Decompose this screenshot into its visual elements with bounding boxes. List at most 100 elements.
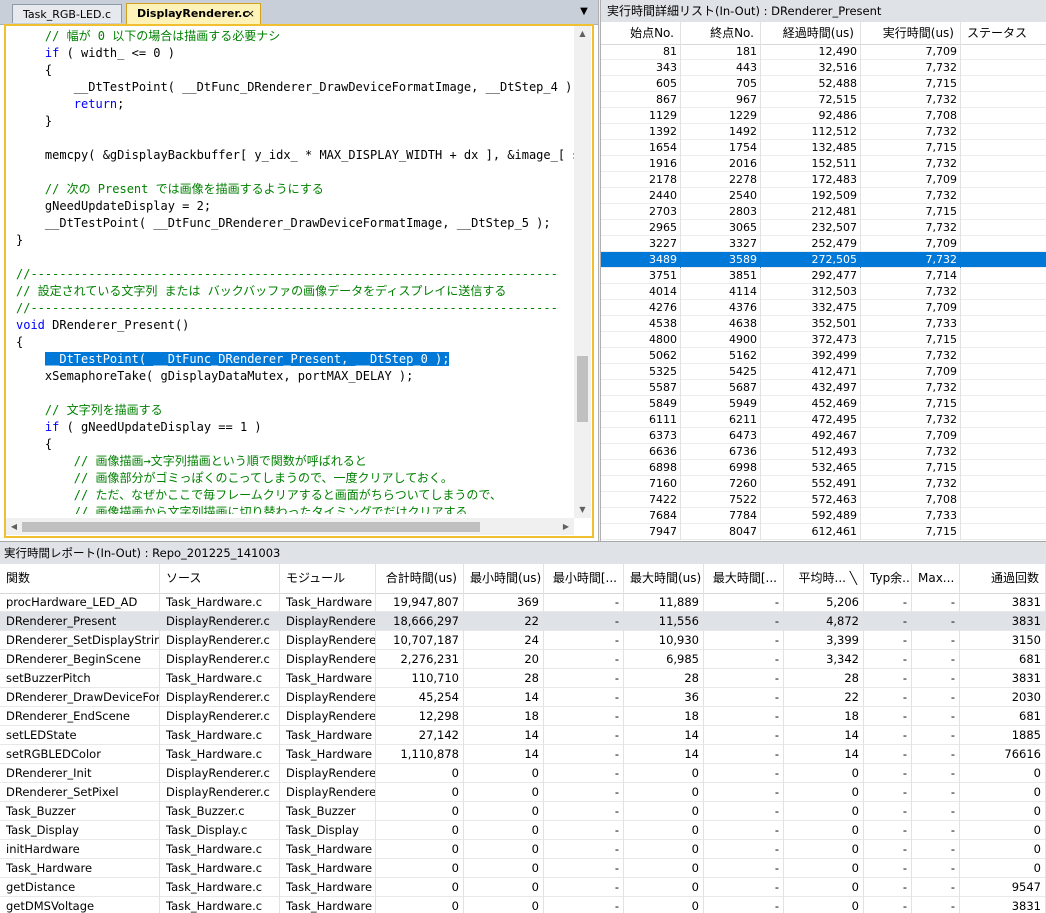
detail-row[interactable]: 4800 4900 372,473 7,715 xyxy=(601,332,1046,348)
detail-row[interactable]: 6373 6473 492,467 7,709 xyxy=(601,428,1046,444)
column-header[interactable]: 平均時... ╲ xyxy=(784,564,864,593)
report-row[interactable]: DRenderer_Init DisplayRenderer.c DisplayRe… xyxy=(0,764,1046,783)
report-row[interactable]: procHardware_LED_AD Task_Hardware.c Task_H… xyxy=(0,593,1046,612)
tab-display-renderer[interactable]: DisplayRenderer.c × xyxy=(126,3,261,24)
report-cell: - xyxy=(864,612,912,631)
report-row[interactable]: DRenderer_BeginScene DisplayRenderer.c Dis… xyxy=(0,650,1046,669)
column-header[interactable]: 最小時間[... xyxy=(544,564,624,593)
detail-row[interactable]: 7160 7260 552,491 7,732 xyxy=(601,476,1046,492)
report-row[interactable]: setRGBLEDColor Task_Hardware.c Task_Hardwa… xyxy=(0,745,1046,764)
report-row[interactable]: initHardware Task_Hardware.c Task_Hardware… xyxy=(0,840,1046,859)
code-keyword: if xyxy=(44,46,60,60)
report-row[interactable]: DRenderer_SetDisplayString DisplayRendere… xyxy=(0,631,1046,650)
column-header[interactable]: 最大時間[... xyxy=(704,564,784,593)
report-cell: 28 xyxy=(624,669,704,688)
report-cell: - xyxy=(544,745,624,764)
column-header[interactable]: Max... xyxy=(912,564,960,593)
report-cell: Task_Display xyxy=(0,821,160,840)
scroll-down-icon[interactable]: ▼ xyxy=(574,502,591,518)
scroll-thumb[interactable] xyxy=(22,522,480,532)
detail-row[interactable]: 7684 7784 592,489 7,733 xyxy=(601,508,1046,524)
code-line: { xyxy=(16,436,52,453)
detail-row[interactable]: 1916 2016 152,511 7,732 xyxy=(601,156,1046,172)
code-line: // 設定されている文字列 または バックバッファの画像データをディスプレイに送… xyxy=(16,283,506,300)
detail-row[interactable]: 81 181 12,490 7,709 xyxy=(601,44,1046,60)
detail-cell: 5587 xyxy=(601,380,681,396)
report-cell: 14 xyxy=(784,745,864,764)
detail-cell: 7,709 xyxy=(861,428,961,444)
column-header[interactable]: ステータス xyxy=(961,22,1046,44)
column-header[interactable]: 通過回数 xyxy=(960,564,1046,593)
detail-cell: 492,467 xyxy=(761,428,861,444)
detail-row[interactable]: 6898 6998 532,465 7,715 xyxy=(601,460,1046,476)
detail-row[interactable]: 6636 6736 512,493 7,732 xyxy=(601,444,1046,460)
detail-row[interactable]: 2965 3065 232,507 7,732 xyxy=(601,220,1046,236)
report-cell: Task_Hardware xyxy=(280,878,376,897)
report-cell: 0 xyxy=(960,764,1046,783)
detail-row[interactable]: 3227 3327 252,479 7,709 xyxy=(601,236,1046,252)
report-row[interactable]: getDistance Task_Hardware.c Task_Hardware 0… xyxy=(0,878,1046,897)
detail-row[interactable]: 3751 3851 292,477 7,714 xyxy=(601,268,1046,284)
report-row[interactable]: DRenderer_Present DisplayRenderer.c Displa… xyxy=(0,612,1046,631)
detail-row[interactable]: 4014 4114 312,503 7,732 xyxy=(601,284,1046,300)
detail-row[interactable]: 7947 8047 612,461 7,715 xyxy=(601,524,1046,540)
report-row[interactable]: DRenderer_DrawDeviceFor... DisplayRendere… xyxy=(0,688,1046,707)
detail-row[interactable]: 2440 2540 192,509 7,732 xyxy=(601,188,1046,204)
detail-row[interactable]: 3489 3589 272,505 7,732 xyxy=(601,252,1046,268)
column-header[interactable]: Typ余... xyxy=(864,564,912,593)
detail-row[interactable]: 867 967 72,515 7,732 xyxy=(601,92,1046,108)
detail-cell: 7,732 xyxy=(861,284,961,300)
detail-row[interactable]: 6111 6211 472,495 7,732 xyxy=(601,412,1046,428)
report-row[interactable]: Task_Hardware Task_Hardware.c Task_Hardwar… xyxy=(0,859,1046,878)
report-row[interactable]: DRenderer_SetPixel DisplayRenderer.c Displ… xyxy=(0,783,1046,802)
tab-list-dropdown-icon[interactable]: ▼ xyxy=(576,4,592,20)
column-header[interactable]: 関数 xyxy=(0,564,160,593)
detail-row[interactable]: 7422 7522 572,463 7,708 xyxy=(601,492,1046,508)
detail-row[interactable]: 5325 5425 412,471 7,709 xyxy=(601,364,1046,380)
tab-task-rgb-led[interactable]: Task_RGB-LED.c xyxy=(12,4,122,23)
editor-horizontal-scrollbar[interactable]: ◀ ▶ xyxy=(6,518,574,535)
detail-row[interactable]: 2703 2803 212,481 7,715 xyxy=(601,204,1046,220)
scroll-left-icon[interactable]: ◀ xyxy=(6,518,22,535)
report-row[interactable]: DRenderer_EndScene DisplayRenderer.c Displ… xyxy=(0,707,1046,726)
detail-row[interactable]: 1654 1754 132,485 7,715 xyxy=(601,140,1046,156)
column-header[interactable]: 実行時間(us) xyxy=(861,22,961,44)
scroll-right-icon[interactable]: ▶ xyxy=(558,518,574,535)
report-row[interactable]: setBuzzerPitch Task_Hardware.c Task_Hardwa… xyxy=(0,669,1046,688)
column-header[interactable]: 最大時間(us) xyxy=(624,564,704,593)
report-cell: 0 xyxy=(784,821,864,840)
detail-row[interactable]: 2178 2278 172,483 7,709 xyxy=(601,172,1046,188)
column-header[interactable]: 合計時間(us) xyxy=(376,564,464,593)
column-header[interactable]: モジュール xyxy=(280,564,376,593)
detail-row[interactable]: 343 443 32,516 7,732 xyxy=(601,60,1046,76)
detail-row[interactable]: 4538 4638 352,501 7,733 xyxy=(601,316,1046,332)
column-header[interactable]: 終点No. xyxy=(681,22,761,44)
detail-cell: 7,732 xyxy=(861,348,961,364)
detail-row[interactable]: 1129 1229 92,486 7,708 xyxy=(601,108,1046,124)
column-header[interactable]: 最小時間(us) xyxy=(464,564,544,593)
column-header[interactable]: 始点No. xyxy=(601,22,681,44)
detail-row[interactable]: 5062 5162 392,499 7,732 xyxy=(601,348,1046,364)
report-cell: 27,142 xyxy=(376,726,464,745)
report-cell: - xyxy=(912,840,960,859)
detail-row[interactable]: 5849 5949 452,469 7,715 xyxy=(601,396,1046,412)
report-row[interactable]: Task_Display Task_Display.c Task_Display 0 0… xyxy=(0,821,1046,840)
report-row[interactable]: Task_Buzzer Task_Buzzer.c Task_Buzzer 0 0-0-… xyxy=(0,802,1046,821)
detail-row[interactable]: 605 705 52,488 7,715 xyxy=(601,76,1046,92)
report-row[interactable]: setLEDState Task_Hardware.c Task_Hardware 2… xyxy=(0,726,1046,745)
report-row[interactable]: getDMSVoltage Task_Hardware.c Task_Hardwar… xyxy=(0,897,1046,913)
editor-vertical-scrollbar[interactable]: ▲ ▼ xyxy=(574,26,591,518)
detail-cell: 172,483 xyxy=(761,172,861,188)
column-header[interactable]: 経過時間(us) xyxy=(761,22,861,44)
close-tab-icon[interactable]: × xyxy=(246,4,255,23)
detail-row[interactable]: 5587 5687 432,497 7,732 xyxy=(601,380,1046,396)
column-header[interactable]: ソース xyxy=(160,564,280,593)
scroll-up-icon[interactable]: ▲ xyxy=(574,26,591,42)
report-cell: Task_Buzzer xyxy=(280,802,376,821)
code-text-area[interactable]: // 幅が 0 以下の場合は描画する必要ナシ if ( width_ <= 0 … xyxy=(16,28,574,514)
detail-row[interactable]: 4276 4376 332,475 7,709 xyxy=(601,300,1046,316)
scroll-thumb[interactable] xyxy=(577,356,588,422)
report-cell: - xyxy=(704,631,784,650)
detail-row[interactable]: 1392 1492 112,512 7,732 xyxy=(601,124,1046,140)
report-cell: - xyxy=(704,859,784,878)
